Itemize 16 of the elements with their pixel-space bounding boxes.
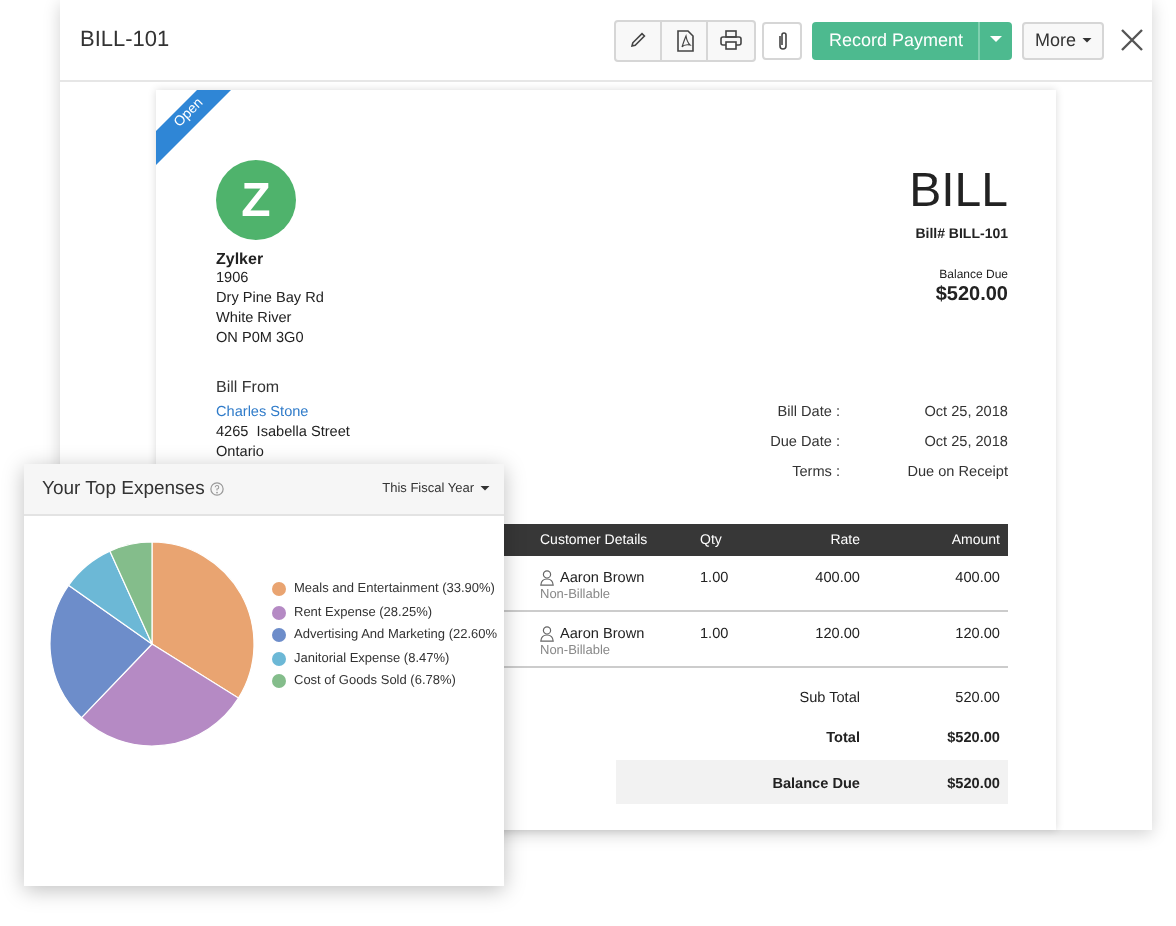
- close-icon[interactable]: [1120, 28, 1144, 52]
- help-icon[interactable]: [210, 482, 225, 496]
- caret-icon: [1082, 37, 1092, 43]
- balance-amount: $520.00: [935, 284, 1008, 306]
- caret-icon: [480, 486, 490, 492]
- caret-icon: [990, 36, 1003, 44]
- company-name: Zylker: [216, 250, 266, 268]
- paperclip-icon[interactable]: [762, 21, 803, 59]
- person-icon: [540, 569, 554, 585]
- company-logo: Z: [216, 160, 296, 240]
- document-title: BILL: [909, 166, 1008, 218]
- person-icon: [540, 625, 554, 641]
- page-title: BILL-101: [80, 28, 172, 52]
- card-title: Your Top Expenses: [42, 478, 205, 500]
- more-button[interactable]: More: [1022, 21, 1104, 59]
- section-label: Bill From: [216, 378, 282, 396]
